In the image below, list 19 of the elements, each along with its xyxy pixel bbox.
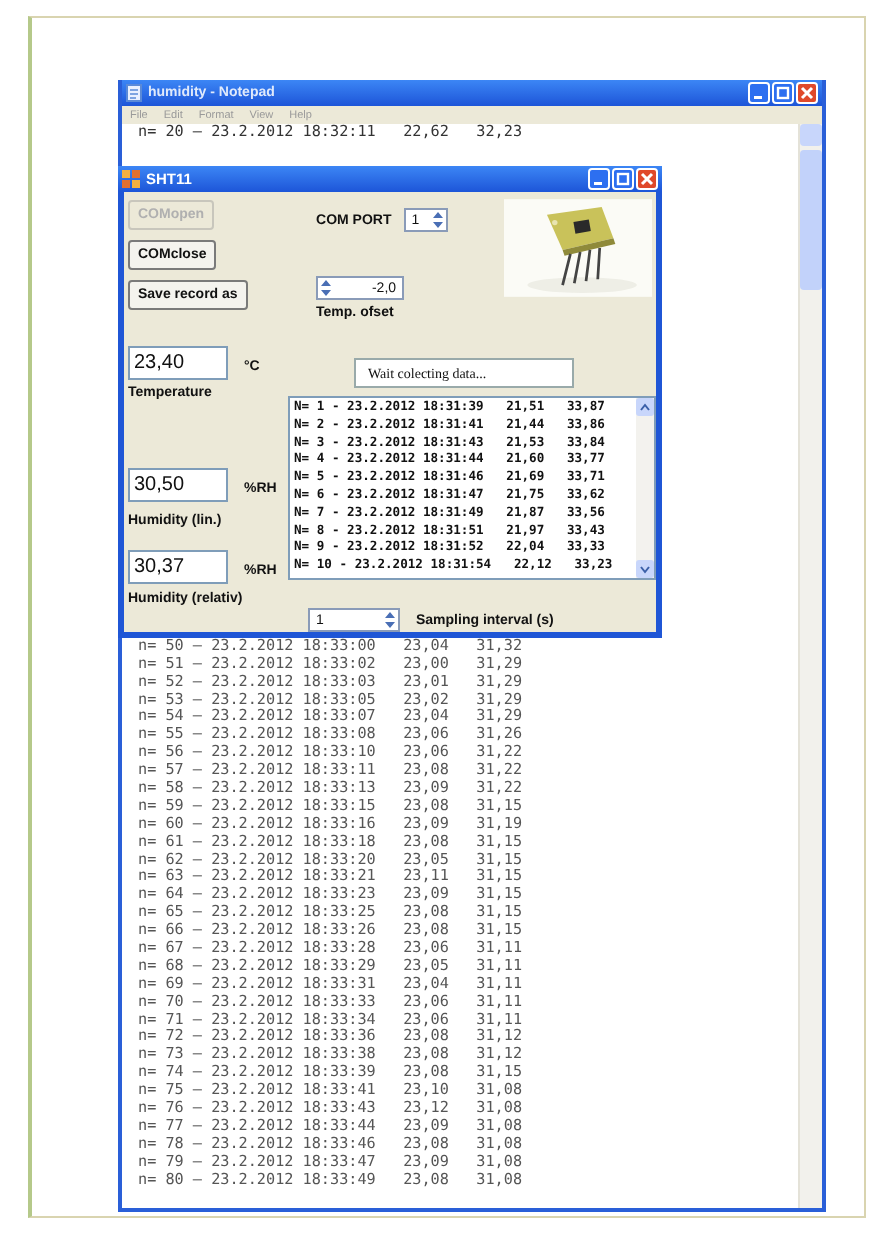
record-list[interactable] [288,396,656,580]
minimize-button[interactable] [748,82,770,104]
notepad-icon [126,84,142,102]
app-icon [122,170,140,189]
close-button[interactable] [796,82,818,104]
maximize-button[interactable] [772,82,794,104]
temperature-field[interactable]: 23,40 [128,346,228,380]
close-icon [640,172,654,187]
maximize-icon [616,172,630,187]
scroll-up-icon[interactable] [636,398,654,416]
scroll-down-icon[interactable] [636,560,654,578]
maximize-icon [776,86,790,100]
humidity-field[interactable]: 30,37 [128,550,228,584]
close-icon [800,86,814,100]
close-button[interactable] [636,168,658,191]
minimize-button[interactable] [588,168,610,191]
scrollbar[interactable] [798,124,822,1208]
maximize-button[interactable] [612,168,634,191]
humidity-field[interactable]: 30,50 [128,468,228,502]
